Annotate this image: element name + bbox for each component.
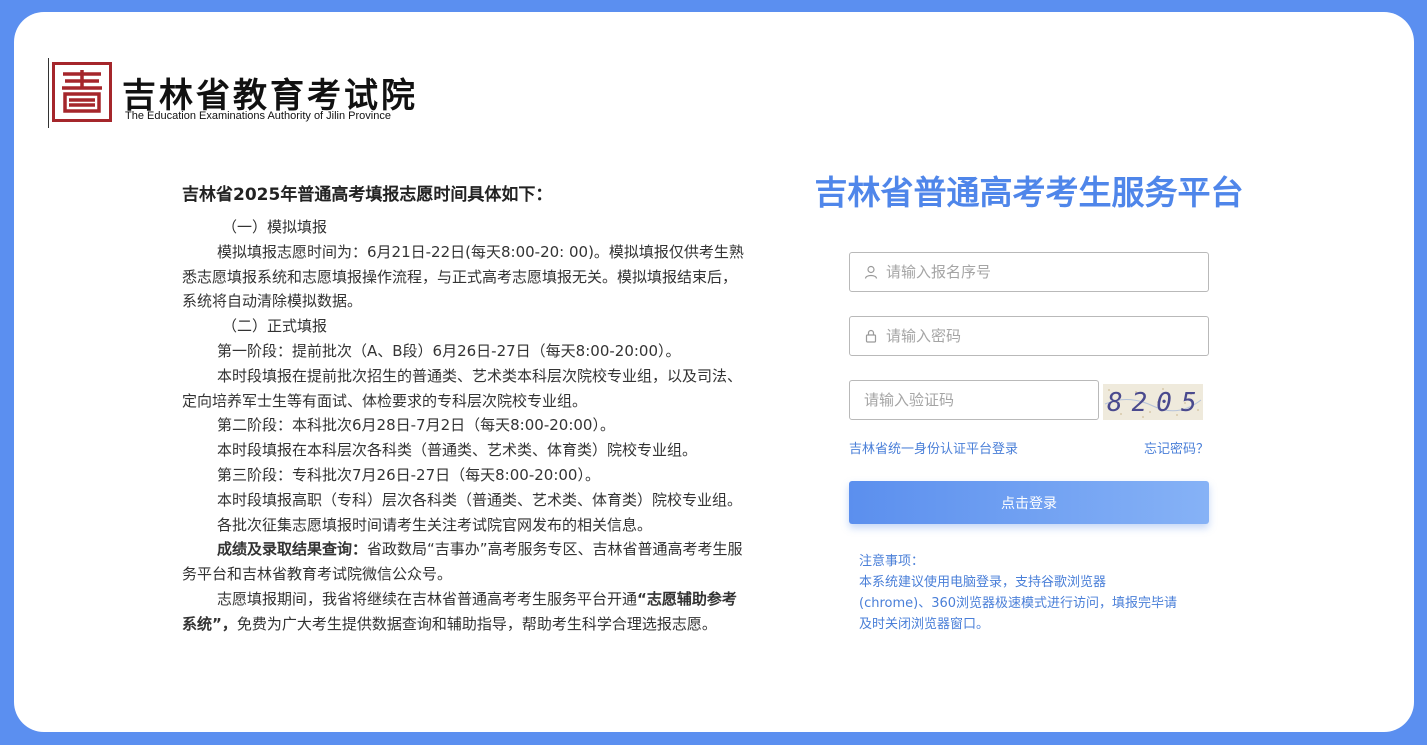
notice-title: 吉林省2025年普通高考填报志愿时间具体如下： (182, 185, 553, 205)
notice-paragraph: 各批次征集志愿填报时间请考生关注考试院官网发布的相关信息。 (217, 515, 653, 534)
notice-paragraph: 本时段填报在本科层次各科类（普通类、艺术类、体育类）院校专业组。 (217, 441, 698, 460)
notice-paragraph: 志愿填报期间，我省将继续在吉林省普通高考考生服务平台开通“志愿辅助参考系统”，免… (182, 587, 744, 637)
unified-auth-login-link[interactable]: 吉林省统一身份认证平台登录 (849, 438, 1018, 457)
captcha-text: 8205 (1107, 388, 1203, 418)
assist-text-a: 志愿填报期间，我省将继续在吉林省普通高考考生服务平台开通 (217, 589, 638, 608)
notice-paragraph: 成绩及录取结果查询：省政数局“吉事办”高考服务专区、吉林省普通高考考生服务平台和… (182, 537, 744, 587)
lock-icon (860, 325, 882, 347)
captcha-field[interactable] (849, 380, 1099, 420)
notice-paragraph: 本时段填报在提前批次招生的普通类、艺术类本科层次院校专业组，以及司法、定向培养军… (182, 366, 743, 410)
query-label: 成绩及录取结果查询： (217, 540, 368, 559)
password-input[interactable] (884, 326, 1188, 346)
seal-logo-icon (52, 62, 112, 122)
password-field[interactable] (849, 316, 1209, 356)
logo-english-name: The Education Examinations Authority of … (125, 110, 391, 122)
tips-line: (chrome)、360浏览器极速模式进行访问，填报完毕请 (859, 596, 1178, 611)
username-field[interactable] (849, 252, 1209, 292)
login-tips: 注意事项： 本系统建议使用电脑登录，支持谷歌浏览器 (chrome)、360浏览… (859, 551, 1219, 635)
login-button[interactable]: 点击登录 (849, 481, 1209, 524)
tips-line: 及时关闭浏览器窗口。 (859, 617, 990, 632)
tips-line: 本系统建议使用电脑登录，支持谷歌浏览器 (859, 575, 1107, 590)
platform-title: 吉林省普通高考考生服务平台 (814, 173, 1244, 212)
main-card: 吉林省教育考试院 The Education Examinations Auth… (14, 12, 1414, 732)
notice-paragraph: 本时段填报高职（专科）层次各科类（普通类、艺术类、体育类）院校专业组。 (217, 490, 743, 509)
notice-paragraph: （二）正式填报 (222, 317, 328, 336)
notice-paragraph: 第二阶段：本科批次6月28日-7月2日（每天8:00-20:00）。 (217, 416, 615, 435)
forgot-password-link[interactable]: 忘记密码？ (1144, 438, 1209, 457)
tips-title: 注意事项： (859, 554, 925, 569)
captcha-input[interactable] (862, 390, 1086, 410)
username-input[interactable] (884, 262, 1188, 282)
logo-divider (48, 58, 49, 128)
notice-paragraph: 第一阶段：提前批次（A、B段）6月26日-27日（每天8:00-20:00）。 (217, 341, 681, 360)
notice-paragraph: 模拟填报志愿时间为：6月21日-22日(每天8:00-20: 00)。模拟填报仅… (182, 242, 744, 311)
notice-paragraph: 第三阶段：专科批次7月26日-27日（每天8:00-20:00）。 (217, 465, 600, 484)
notice-paragraph: （一）模拟填报 (222, 218, 328, 236)
captcha-image[interactable]: 8205 (1103, 384, 1203, 420)
user-icon (860, 261, 882, 283)
assist-text-b: 免费为广大考生提供数据查询和辅助指导，帮助考生科学合理选报志愿。 (236, 614, 717, 633)
notice-panel: 吉林省2025年普通高考填报志愿时间具体如下： （一）模拟填报 模拟填报志愿时间… (182, 180, 744, 637)
